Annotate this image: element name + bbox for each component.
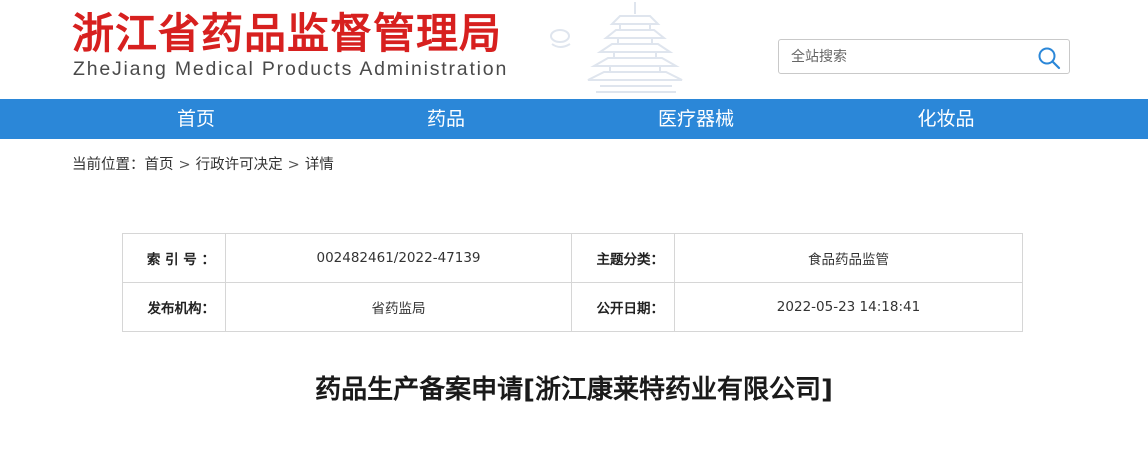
nav-item-cosmetics[interactable]: 化妆品 (846, 99, 1046, 139)
breadcrumb-separator: > (178, 157, 191, 173)
nav-item-medical-devices[interactable]: 医疗器械 (596, 99, 796, 139)
site-logo-title[interactable]: 浙江省药品监督管理局 (72, 6, 502, 62)
topic-category-label: 主题分类： (571, 233, 675, 283)
index-number-label: 索 引 号 ： (122, 233, 226, 283)
pagoda-icon (550, 2, 683, 93)
table-row: 发布机构： 省药监局 公开日期： 2022-05-23 14:18:41 (122, 282, 1023, 332)
site-logo-subtitle: ZheJiang Medical Products Administration (73, 58, 509, 80)
publish-date-value: 2022-05-23 14:18:41 (674, 282, 1023, 332)
breadcrumb-item-permits[interactable]: 行政许可决定 (196, 155, 283, 175)
document-title: 药品生产备案申请[浙江康莱特药业有限公司] (315, 375, 833, 405)
topic-category-value: 食品药品监管 (674, 233, 1023, 283)
breadcrumb: 当前位置：首页 > 行政许可决定 > 详情 (72, 155, 334, 175)
document-info-table: 索 引 号 ： 002482461/2022-47139 主题分类： 食品药品监… (122, 233, 1023, 332)
breadcrumb-prefix: 当前位置： (72, 157, 145, 173)
breadcrumb-separator: > (287, 157, 300, 173)
nav-item-drugs[interactable]: 药品 (346, 99, 546, 139)
site-header: 浙江省药品监督管理局 ZheJiang Medical Products Adm… (0, 0, 1148, 99)
table-row: 索 引 号 ： 002482461/2022-47139 主题分类： 食品药品监… (122, 233, 1023, 283)
publisher-label: 发布机构： (122, 282, 226, 332)
publish-date-label: 公开日期： (571, 282, 675, 332)
search-input[interactable] (779, 40, 1041, 73)
index-number-value: 002482461/2022-47139 (225, 233, 572, 283)
site-search (778, 39, 1070, 74)
breadcrumb-item-detail: 详情 (304, 157, 334, 173)
nav-item-home[interactable]: 首页 (96, 99, 296, 139)
main-nav: 首页 药品 医疗器械 化妆品 (0, 99, 1148, 139)
breadcrumb-item-home[interactable]: 首页 (145, 155, 174, 175)
publisher-value: 省药监局 (225, 282, 572, 332)
search-icon[interactable] (1037, 46, 1061, 70)
